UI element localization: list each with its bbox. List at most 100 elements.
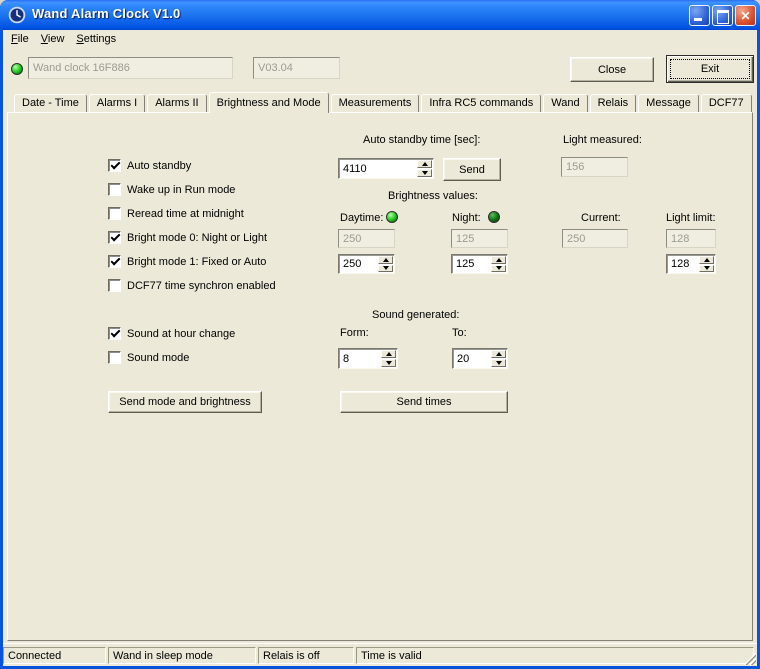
spin-down-button[interactable] (381, 359, 396, 367)
status-wand-mode: Wand in sleep mode (108, 647, 256, 664)
device-name-field (28, 57, 233, 79)
tab-brightness-and-mode[interactable]: Brightness and Mode (208, 92, 329, 113)
checkbox-bright-mode-1[interactable]: Bright mode 1: Fixed or Auto (108, 255, 266, 268)
send-mode-and-brightness-button[interactable]: Send mode and brightness (108, 391, 262, 413)
checkbox-box[interactable] (108, 255, 121, 268)
sound-to-field (452, 348, 508, 369)
spin-up-button[interactable] (378, 256, 393, 264)
sound-from-label: Form: (340, 327, 369, 339)
checkbox-sound-mode[interactable]: Sound mode (108, 351, 189, 364)
menu-file[interactable]: File (7, 31, 37, 48)
daytime-setting-field (338, 254, 395, 274)
tab-wand[interactable]: Wand (543, 94, 588, 112)
checkbox-label: Sound at hour change (127, 327, 236, 340)
auto-standby-time-input[interactable] (341, 160, 416, 177)
night-led (488, 211, 500, 223)
checkbox-box[interactable] (108, 207, 121, 220)
close-button[interactable]: Close (570, 57, 654, 82)
connection-led (11, 63, 23, 75)
daytime-setting-input[interactable] (341, 256, 377, 272)
spin-up-button[interactable] (417, 160, 432, 168)
tab-alarms-i[interactable]: Alarms I (88, 94, 146, 112)
title-bar[interactable]: Wand Alarm Clock V1.0 (0, 0, 760, 30)
checkbox-box[interactable] (108, 231, 121, 244)
status-time-valid: Time is valid (356, 647, 754, 664)
window-title: Wand Alarm Clock V1.0 (32, 6, 181, 21)
sound-to-label: To: (452, 327, 467, 339)
tab-message[interactable]: Message (638, 94, 699, 112)
tab-alarms-ii[interactable]: Alarms II (147, 94, 207, 112)
close-window-button[interactable] (735, 5, 756, 26)
spin-down-button[interactable] (699, 264, 714, 272)
spin-up-button[interactable] (381, 350, 396, 358)
checkbox-box[interactable] (108, 183, 121, 196)
checkbox-sound-hour-change[interactable]: Sound at hour change (108, 327, 235, 340)
resize-grip[interactable] (743, 652, 756, 665)
auto-standby-time-label: Auto standby time [sec]: (363, 134, 481, 146)
tab-dcf77[interactable]: DCF77 (700, 94, 752, 112)
send-times-button[interactable]: Send times (340, 391, 508, 413)
light-limit-setting-input[interactable] (669, 256, 698, 272)
tab-measurements[interactable]: Measurements (330, 94, 420, 112)
status-bar: Connected Wand in sleep mode Relais is o… (3, 643, 757, 666)
clock-icon (8, 6, 26, 24)
checkbox-box[interactable] (108, 279, 121, 292)
brightness-values-heading: Brightness values: (388, 190, 478, 202)
sound-to-input[interactable] (455, 350, 490, 367)
checkbox-label: Auto standby (127, 159, 192, 172)
spin-down-button[interactable] (417, 169, 432, 177)
light-limit-current-field (666, 229, 716, 248)
sound-from-field (338, 348, 398, 369)
checkbox-box[interactable] (108, 159, 121, 172)
current-label: Current: (581, 212, 621, 224)
send-standby-button[interactable]: Send (443, 158, 501, 181)
checkbox-label: Sound mode (127, 351, 190, 364)
menu-view[interactable]: View (37, 31, 73, 48)
tab-date-time[interactable]: Date - Time (14, 94, 87, 112)
night-current-field (451, 229, 508, 248)
checkbox-label: Reread time at midnight (127, 207, 244, 220)
light-limit-label: Light limit: (666, 212, 716, 224)
spin-down-button[interactable] (378, 264, 393, 272)
menu-settings[interactable]: Settings (72, 31, 124, 48)
night-setting-input[interactable] (454, 256, 490, 272)
checkbox-label: DCF77 time synchron enabled (127, 279, 276, 292)
checkbox-reread-time-midnight[interactable]: Reread time at midnight (108, 207, 244, 220)
checkbox-auto-standby[interactable]: Auto standby (108, 159, 191, 172)
exit-button[interactable]: Exit (666, 55, 754, 83)
checkbox-box[interactable] (108, 351, 121, 364)
checkbox-label: Bright mode 0: Night or Light (127, 231, 268, 244)
light-limit-setting-field (666, 254, 716, 274)
spin-up-button[interactable] (699, 256, 714, 264)
light-measured-field (561, 157, 628, 177)
status-connected: Connected (3, 647, 106, 664)
checkbox-wake-up-run-mode[interactable]: Wake up in Run mode (108, 183, 235, 196)
daytime-led (386, 211, 398, 223)
spin-down-button[interactable] (491, 264, 506, 272)
checkbox-label: Wake up in Run mode (127, 183, 236, 196)
tab-relais[interactable]: Relais (589, 94, 637, 112)
firmware-version-field (253, 57, 340, 79)
sound-generated-heading: Sound generated: (372, 309, 460, 321)
spin-up-button[interactable] (491, 350, 506, 358)
tab-infra-rc5-commands[interactable]: Infra RC5 commands (421, 94, 542, 112)
daytime-current-field (338, 229, 395, 248)
daytime-label: Daytime: (340, 212, 384, 224)
status-relais: Relais is off (258, 647, 354, 664)
checkbox-dcf77-sync[interactable]: DCF77 time synchron enabled (108, 279, 276, 292)
app-window: Wand Alarm Clock V1.0 File View Settings… (0, 0, 760, 669)
tab-strip: Date - Time Alarms I Alarms II Brightnes… (14, 91, 754, 113)
minimize-button[interactable] (689, 5, 710, 26)
night-label: Night: (452, 212, 481, 224)
checkbox-box[interactable] (108, 327, 121, 340)
sound-from-input[interactable] (341, 350, 380, 367)
checkbox-label: Bright mode 1: Fixed or Auto (127, 255, 267, 268)
spin-down-button[interactable] (491, 359, 506, 367)
maximize-button[interactable] (712, 5, 733, 26)
auto-standby-time-field (338, 158, 434, 179)
checkbox-bright-mode-0[interactable]: Bright mode 0: Night or Light (108, 231, 267, 244)
current-brightness-field (562, 229, 628, 248)
light-measured-label: Light measured: (563, 134, 642, 146)
spin-up-button[interactable] (491, 256, 506, 264)
menu-bar: File View Settings (3, 30, 757, 49)
